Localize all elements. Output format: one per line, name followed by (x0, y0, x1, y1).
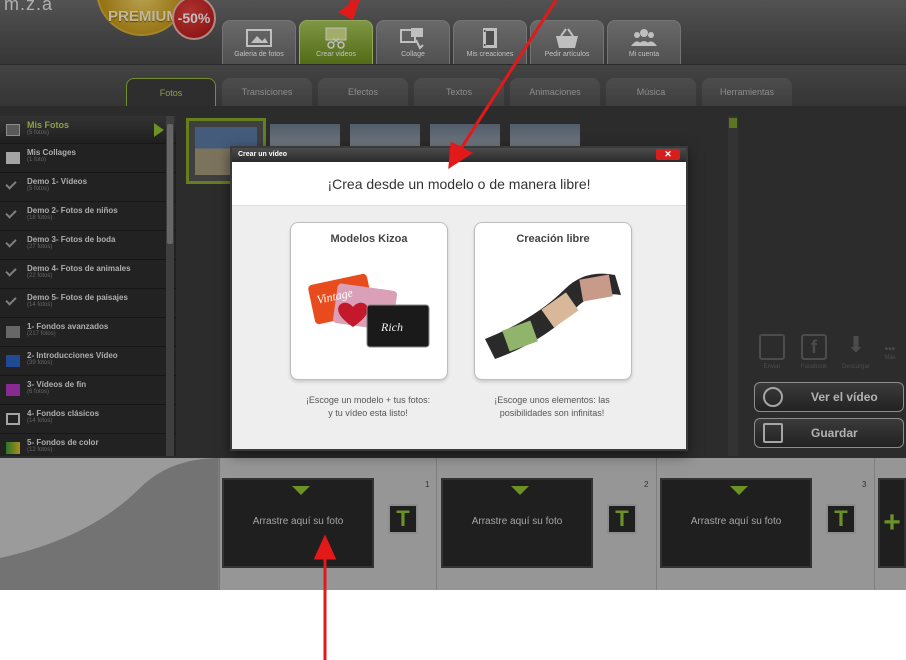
annotation-arrow-dialog (458, 0, 558, 151)
annotation-arrowhead-timeline (313, 534, 337, 560)
annotation-arrowhead-dialog (448, 141, 474, 169)
annotation-arrows (313, 0, 558, 660)
